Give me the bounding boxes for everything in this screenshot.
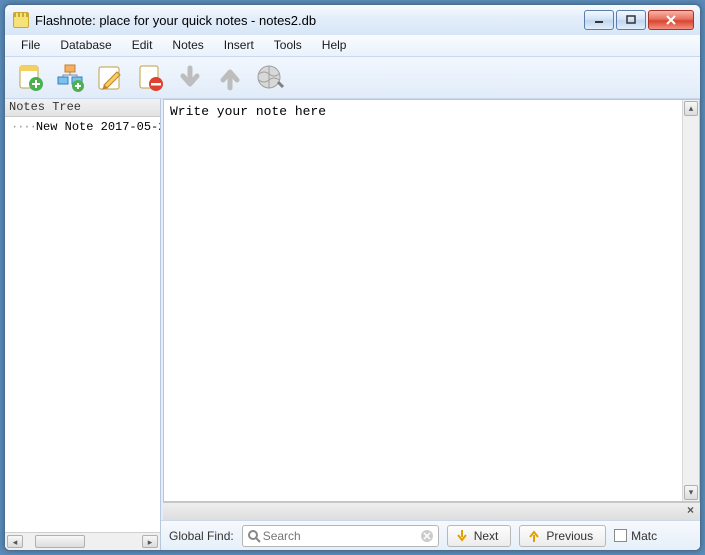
- menu-database[interactable]: Database: [50, 35, 121, 56]
- globe-icon: [255, 63, 285, 93]
- window-title: Flashnote: place for your quick notes - …: [35, 13, 584, 28]
- menu-notes[interactable]: Notes: [162, 35, 213, 56]
- menu-help[interactable]: Help: [312, 35, 357, 56]
- edit-note-icon: [95, 63, 125, 93]
- clear-search-icon[interactable]: [420, 529, 434, 543]
- new-note-button[interactable]: [11, 60, 49, 96]
- close-button[interactable]: [648, 10, 694, 30]
- menu-bar: File Database Edit Notes Insert Tools He…: [5, 35, 700, 57]
- maximize-button[interactable]: [616, 10, 646, 30]
- menu-tools[interactable]: Tools: [264, 35, 312, 56]
- app-window: Flashnote: place for your quick notes - …: [4, 4, 701, 551]
- close-icon: [665, 15, 677, 25]
- find-prev-label: Previous: [546, 529, 593, 543]
- scroll-up-button[interactable]: ▴: [684, 101, 698, 116]
- new-note-icon: [15, 63, 45, 93]
- match-case-checkbox[interactable]: [614, 529, 627, 542]
- window-controls: [584, 10, 694, 30]
- tree-horizontal-scrollbar[interactable]: ◂ ▸: [5, 532, 160, 550]
- editor-vertical-scrollbar[interactable]: ▴ ▾: [682, 100, 699, 501]
- app-icon: [13, 12, 29, 28]
- panel-close-button[interactable]: ×: [687, 503, 694, 517]
- tree-panel: Notes Tree ····New Note 2017-05-2 ◂ ▸: [5, 99, 161, 550]
- tree-item[interactable]: ····New Note 2017-05-2: [5, 119, 160, 135]
- body-area: Notes Tree ····New Note 2017-05-2 ◂ ▸ Wr…: [5, 99, 700, 550]
- find-next-label: Next: [474, 529, 499, 543]
- maximize-icon: [626, 15, 636, 25]
- scroll-down-button[interactable]: ▾: [684, 485, 698, 500]
- editor-textarea[interactable]: Write your note here: [164, 100, 682, 501]
- scroll-left-button[interactable]: ◂: [7, 535, 23, 548]
- menu-edit[interactable]: Edit: [122, 35, 163, 56]
- delete-note-button[interactable]: [131, 60, 169, 96]
- editor-panel: Write your note here ▴ ▾ × Global Find:: [161, 99, 700, 550]
- arrow-down-icon: [456, 529, 468, 543]
- editor-area: Write your note here ▴ ▾: [163, 99, 700, 502]
- toolbar: [5, 57, 700, 99]
- menu-file[interactable]: File: [11, 35, 50, 56]
- search-icon: [247, 529, 261, 543]
- tree-header: Notes Tree: [5, 99, 160, 117]
- move-down-button[interactable]: [171, 60, 209, 96]
- new-sibling-button[interactable]: [51, 60, 89, 96]
- find-next-button[interactable]: Next: [447, 525, 512, 547]
- search-input[interactable]: [261, 528, 420, 544]
- panel-close-strip: ×: [163, 502, 700, 520]
- move-down-icon: [176, 64, 204, 92]
- tree-body[interactable]: ····New Note 2017-05-2: [5, 117, 160, 532]
- match-case-label: Matc: [631, 529, 657, 543]
- globe-button[interactable]: [251, 60, 289, 96]
- match-case-option[interactable]: Matc: [614, 529, 657, 543]
- minimize-icon: [594, 15, 604, 25]
- move-up-button[interactable]: [211, 60, 249, 96]
- title-bar[interactable]: Flashnote: place for your quick notes - …: [5, 5, 700, 35]
- minimize-button[interactable]: [584, 10, 614, 30]
- tree-item-label: New Note 2017-05-2: [36, 120, 160, 134]
- status-bar: Global Find: Next Previous Matc: [161, 520, 700, 550]
- delete-note-icon: [135, 63, 165, 93]
- new-sibling-icon: [55, 63, 85, 93]
- find-prev-button[interactable]: Previous: [519, 525, 606, 547]
- move-up-icon: [216, 64, 244, 92]
- menu-insert[interactable]: Insert: [214, 35, 264, 56]
- edit-note-button[interactable]: [91, 60, 129, 96]
- arrow-up-icon: [528, 529, 540, 543]
- scroll-thumb[interactable]: [35, 535, 85, 548]
- global-find-label: Global Find:: [169, 529, 234, 543]
- tree-connector-icon: ····: [11, 120, 36, 134]
- search-box[interactable]: [242, 525, 439, 547]
- scroll-right-button[interactable]: ▸: [142, 535, 158, 548]
